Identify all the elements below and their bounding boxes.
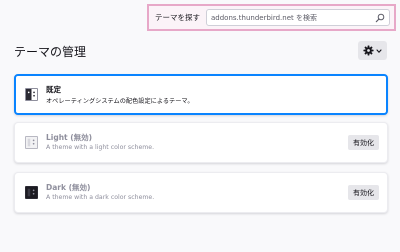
search-field[interactable] — [206, 9, 390, 26]
enable-light-theme-button[interactable]: 有効化 — [348, 135, 379, 150]
theme-name: 既定 — [46, 85, 61, 94]
enable-dark-theme-button[interactable]: 有効化 — [348, 185, 379, 200]
gear-icon — [363, 45, 374, 56]
theme-card-light[interactable]: Light (無効) A theme with a light color sc… — [14, 122, 388, 163]
search-icon[interactable] — [375, 13, 385, 23]
theme-card-default[interactable]: 既定 オペレーティングシステムの配色設定によるテーマ。 — [14, 74, 388, 115]
theme-name: Dark (無効) — [46, 183, 91, 192]
theme-description: A theme with a dark color scheme. — [46, 194, 155, 201]
theme-preview-light-icon — [25, 136, 38, 149]
theme-description: オペレーティングシステムの配色設定によるテーマ。 — [46, 98, 194, 105]
theme-preview-default-icon — [25, 88, 38, 101]
theme-description: A theme with a light color scheme. — [46, 144, 155, 151]
theme-preview-dark-icon — [25, 186, 38, 199]
tools-menu-button[interactable] — [358, 41, 387, 60]
theme-card-dark[interactable]: Dark (無効) A theme with a dark color sche… — [14, 172, 388, 213]
chevron-down-icon — [376, 48, 382, 53]
theme-name: Light (無効) — [46, 133, 93, 142]
search-label: テーマを探す — [155, 13, 200, 22]
page-title: テーマの管理 — [14, 45, 87, 59]
search-bar: テーマを探す — [147, 4, 396, 31]
search-input[interactable] — [211, 13, 375, 22]
